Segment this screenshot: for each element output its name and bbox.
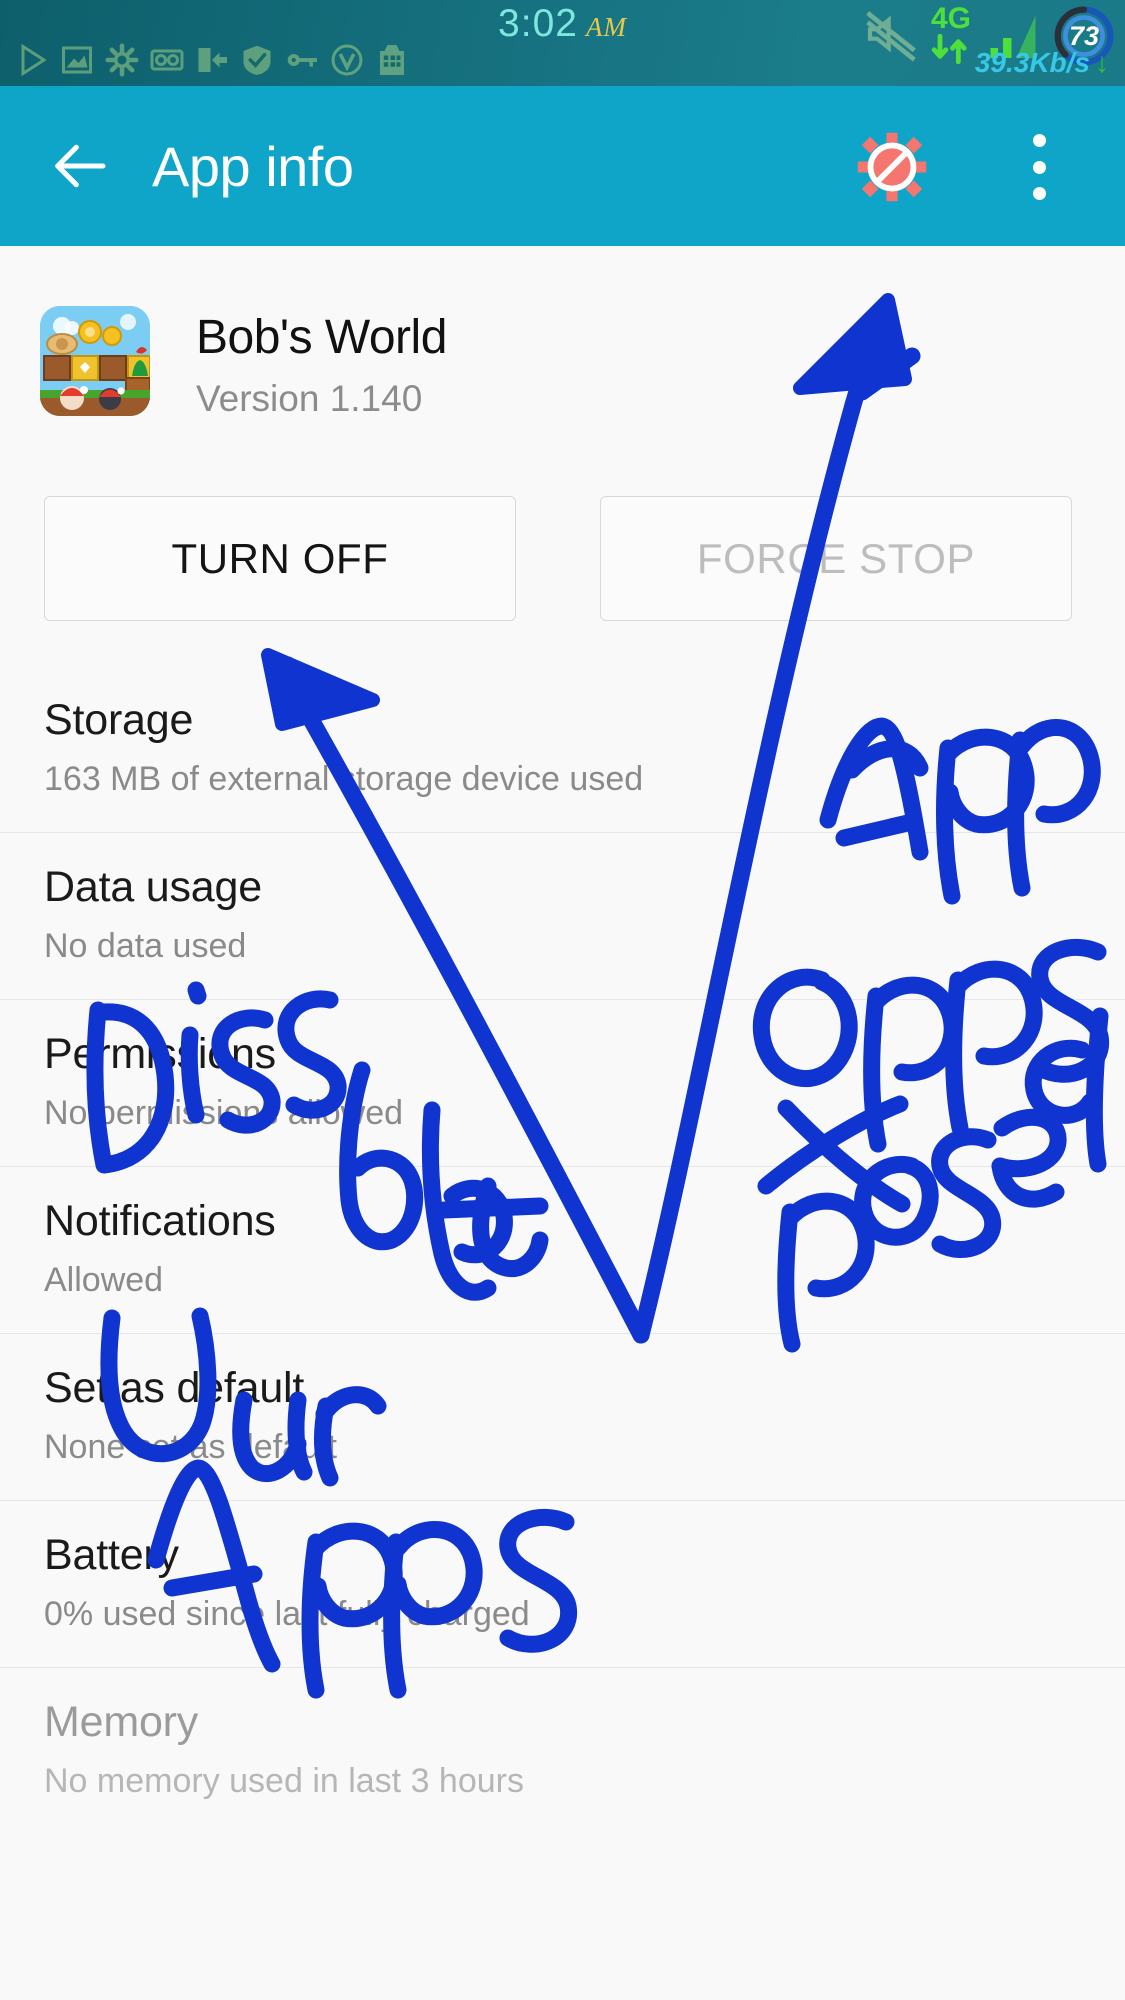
mute-icon [866, 11, 916, 62]
list-item-subtitle: 163 MB of external storage device used [44, 760, 644, 798]
image-icon [62, 46, 92, 74]
list-item[interactable]: Storage 163 MB of external storage device… [0, 666, 1125, 832]
list-item[interactable]: Notifications Allowed [0, 1166, 1125, 1333]
list-item[interactable]: Permissions No permissions allowed [0, 999, 1125, 1166]
list-item-title: Memory [44, 1698, 199, 1746]
list-item-subtitle: No permissions allowed [44, 1094, 404, 1132]
play-icon [21, 43, 47, 77]
app-update-icon [198, 48, 227, 72]
list-item-title: Storage [44, 696, 194, 744]
disable-gear-icon[interactable] [855, 130, 929, 204]
status-bar[interactable]: 3:02 AM 4G 73 39.3Kb/s ↓ [0, 0, 1125, 86]
list-item[interactable]: Set as default None set as default [0, 1333, 1125, 1500]
overflow-dot [1032, 187, 1046, 200]
list-item-title: Battery [44, 1531, 179, 1579]
data-transfer-icon [931, 34, 967, 64]
list-item-subtitle: No memory used in last 3 hours [44, 1762, 524, 1800]
app-info-content: Bob's World Version 1.140 TURN OFF FORCE… [0, 246, 1125, 2000]
app-version: Version 1.140 [196, 378, 423, 419]
network-speed-value: 39.3Kb/s [974, 47, 1090, 78]
action-buttons: TURN OFF FORCE STOP [0, 486, 1125, 666]
package-icon [380, 45, 404, 75]
list-item-title: Permissions [44, 1030, 276, 1078]
force-stop-button: FORCE STOP [600, 496, 1072, 621]
list-item-subtitle: Allowed [44, 1261, 164, 1299]
app-name: Bob's World [196, 311, 447, 364]
list-item-title: Data usage [44, 863, 262, 911]
settings-list: Storage 163 MB of external storage device… [0, 666, 1125, 1834]
list-item-title: Set as default [44, 1364, 305, 1412]
voicemail-icon [150, 49, 184, 71]
list-item-subtitle: 0% used since last fully charged [44, 1595, 530, 1633]
network-speed-label: 39.3Kb/s ↓ [975, 47, 1109, 79]
back-arrow-icon[interactable] [46, 134, 112, 198]
list-item[interactable]: Data usage No data used [0, 832, 1125, 999]
key-icon [287, 54, 317, 67]
download-arrow-icon: ↓ [1095, 47, 1109, 78]
app-header: Bob's World Version 1.140 [0, 246, 1125, 486]
notification-icons [14, 42, 410, 78]
turn-off-button[interactable]: TURN OFF [44, 496, 516, 621]
list-item-title: Notifications [44, 1197, 276, 1245]
list-item-subtitle: No data used [44, 927, 247, 965]
overflow-menu-icon[interactable] [1032, 134, 1046, 200]
overflow-dot [1032, 134, 1046, 147]
app-bar: App info [0, 86, 1125, 246]
v-circle-icon [331, 44, 363, 76]
gear-icon [105, 43, 139, 77]
bobs-world-app-icon [40, 306, 150, 416]
list-item-subtitle: None set as default [44, 1428, 337, 1466]
network-type-label: 4G [930, 2, 972, 35]
clock-time: 3:02 [498, 2, 578, 45]
overflow-dot [1032, 160, 1046, 174]
clock-ampm: AM [585, 12, 627, 42]
list-item[interactable]: Battery 0% used since last fully charged [0, 1500, 1125, 1667]
list-item[interactable]: Memory No memory used in last 3 hours [0, 1667, 1125, 1834]
shield-check-icon [243, 45, 271, 75]
page-title: App info [152, 135, 354, 198]
